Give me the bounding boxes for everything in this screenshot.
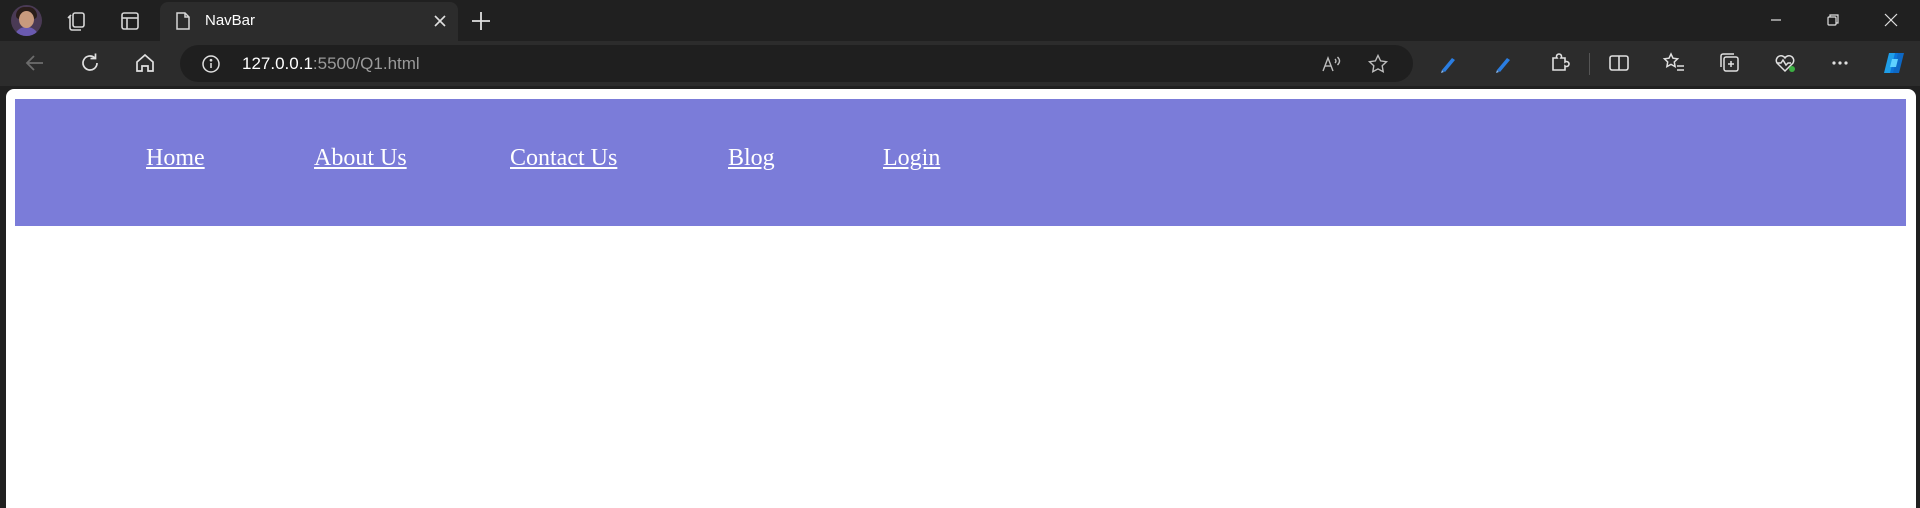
nav-link-contact-us[interactable]: Contact Us [510,145,617,172]
profile-avatar[interactable] [11,5,42,36]
browser-essentials-icon[interactable] [1771,49,1799,77]
browser-toolbar: 127.0.0.1:5500/Q1.html [0,41,1920,86]
back-arrow-icon[interactable] [21,49,49,77]
home-icon[interactable] [131,49,159,77]
nav-link-login[interactable]: Login [883,145,940,172]
refresh-icon[interactable] [76,49,104,77]
url-text[interactable]: 127.0.0.1:5500/Q1.html [242,54,420,74]
tab-strip: NavBar [0,0,1920,41]
plus-icon [472,12,490,30]
star-icon[interactable] [1367,53,1389,80]
tab-actions-icon[interactable] [117,8,143,34]
copilot-icon[interactable] [1880,49,1908,77]
nav-link-blog[interactable]: Blog [728,145,775,172]
puzzle-icon[interactable] [1545,49,1573,77]
nav-link-about-us[interactable]: About Us [314,145,407,172]
workspaces-icon[interactable] [64,8,90,34]
info-icon[interactable] [201,54,221,74]
nav-link-home[interactable]: Home [146,145,205,172]
read-aloud-icon[interactable] [1320,53,1344,80]
tab-title: NavBar [205,12,256,29]
url-path: :5500/Q1.html [312,54,420,73]
close-window-button[interactable] [1877,6,1905,34]
active-tab[interactable]: NavBar [160,2,458,41]
favorites-icon[interactable] [1660,49,1688,77]
minimize-button[interactable] [1762,6,1790,34]
url-host: 127.0.0.1 [242,54,313,73]
split-screen-icon[interactable] [1605,49,1633,77]
toolbar-separator [1589,53,1590,75]
ext-pen-icon-2[interactable] [1489,49,1517,77]
close-icon[interactable] [430,11,450,31]
page-icon [174,11,192,36]
collections-icon[interactable] [1716,49,1744,77]
restore-button[interactable] [1819,6,1847,34]
new-tab-button[interactable] [468,8,494,34]
address-bar[interactable]: 127.0.0.1:5500/Q1.html [180,45,1413,82]
nav-links: Home About Us Contact Us Blog Login [15,99,1906,226]
more-icon[interactable] [1826,49,1854,77]
page-viewport: Home About Us Contact Us Blog Login [6,89,1916,508]
navbar: Home About Us Contact Us Blog Login [15,99,1906,226]
ext-pen-icon-1[interactable] [1434,49,1462,77]
